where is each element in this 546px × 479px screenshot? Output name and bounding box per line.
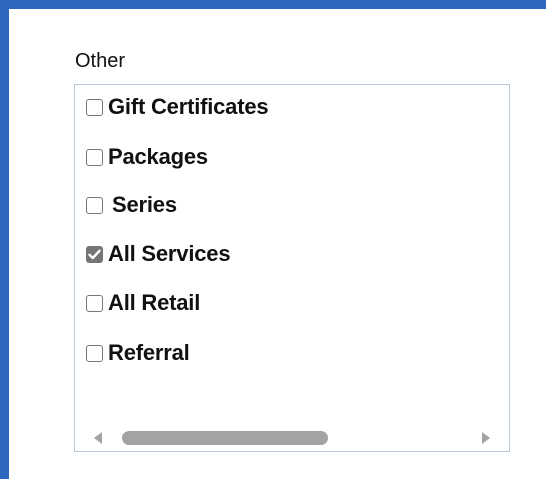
option-label: Packages — [108, 144, 208, 169]
other-section-label: Other — [75, 50, 126, 72]
check-icon — [88, 249, 101, 259]
checkbox-all-retail[interactable] — [86, 294, 103, 312]
option-packages[interactable]: Packages — [86, 144, 208, 170]
option-label: Gift Certificates — [108, 94, 269, 119]
option-label: All Retail — [108, 290, 201, 315]
checkbox-referral[interactable] — [86, 344, 103, 362]
option-gift-certificates[interactable]: Gift Certificates — [86, 94, 269, 120]
option-label: All Services — [108, 241, 231, 266]
checkbox-packages[interactable] — [86, 148, 103, 166]
option-label: Referral — [108, 340, 190, 365]
horizontal-scrollbar[interactable] — [76, 426, 508, 450]
window-frame-left — [0, 0, 9, 479]
option-series[interactable]: Series — [86, 192, 177, 218]
scrollbar-thumb[interactable] — [122, 431, 328, 445]
checkbox-series[interactable] — [86, 196, 103, 214]
option-all-services[interactable]: All Services — [86, 241, 231, 267]
triangle-left-icon[interactable] — [94, 432, 102, 444]
checkbox-gift-certificates[interactable] — [86, 98, 103, 116]
other-options-listbox[interactable]: Gift Certificates Packages Series All Se… — [74, 84, 510, 452]
option-all-retail[interactable]: All Retail — [86, 290, 200, 316]
checkbox-all-services[interactable] — [86, 245, 103, 263]
triangle-right-icon[interactable] — [482, 432, 490, 444]
window-frame-top — [0, 0, 546, 9]
option-label: Series — [112, 192, 177, 217]
option-referral[interactable]: Referral — [86, 340, 190, 366]
